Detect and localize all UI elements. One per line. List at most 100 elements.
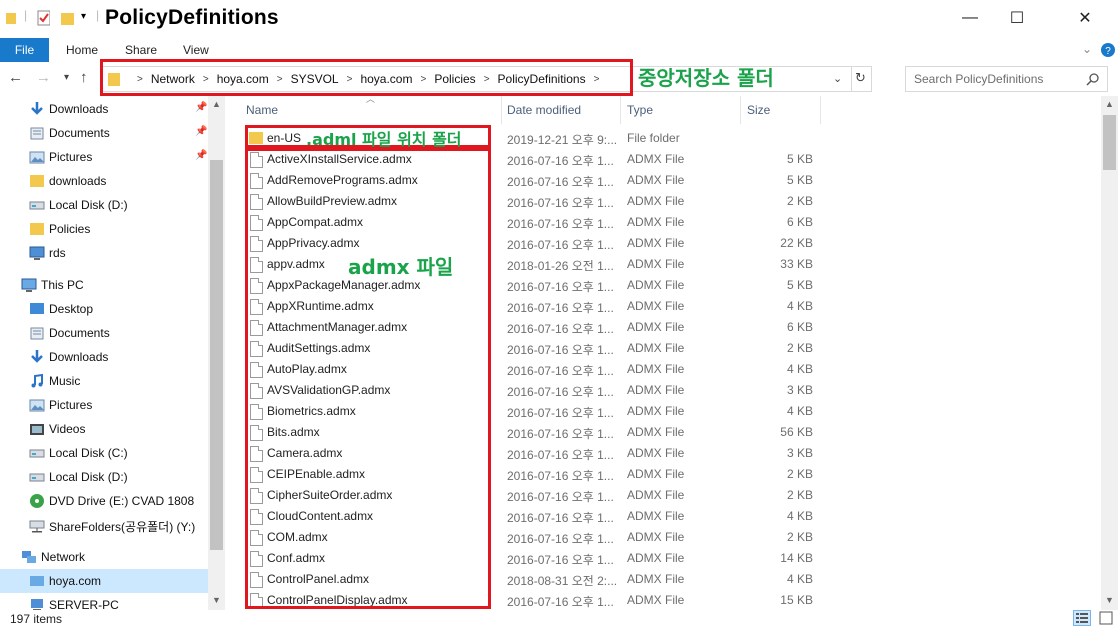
nav-thispc-item[interactable]: Local Disk (D:) (0, 465, 208, 489)
expand-ribbon-chevron-icon[interactable]: ⌄ (1082, 42, 1092, 56)
file-size: 6 KB (786, 320, 813, 334)
annotation-admx-highlight (245, 148, 491, 609)
file-type: ADMX File (627, 194, 685, 208)
nav-scrollbar-thumb[interactable] (210, 160, 223, 550)
nav-item-label: Local Disk (D:) (49, 198, 128, 212)
file-size: 5 KB (786, 152, 813, 166)
nav-quick-item[interactable]: Local Disk (D:) (0, 193, 208, 217)
nav-thispc-item[interactable]: Desktop (0, 297, 208, 321)
tab-file[interactable]: File (0, 38, 49, 62)
search-input[interactable] (914, 70, 1084, 88)
file-type: ADMX File (627, 572, 685, 586)
nav-quick-item[interactable]: Policies (0, 217, 208, 241)
column-date-modified[interactable]: Date modified (507, 103, 581, 117)
file-type: ADMX File (627, 446, 685, 460)
forward-arrow-icon[interactable]: → (36, 69, 51, 86)
pin-icon[interactable]: 📌 (195, 126, 207, 137)
column-headers: ︿ Name Date modified Type Size (238, 94, 828, 124)
column-size[interactable]: Size (747, 103, 770, 117)
scroll-down-arrow-icon[interactable]: ▼ (212, 595, 221, 605)
up-arrow-icon[interactable]: ↑ (80, 69, 88, 86)
nav-network-item[interactable]: hoya.com (0, 569, 208, 593)
nav-item-label: rds (49, 246, 66, 260)
back-arrow-icon[interactable]: ← (8, 69, 23, 86)
nav-quick-item[interactable]: Downloads 📌 (0, 97, 208, 121)
file-date-modified: 2016-07-16 오후 1... (507, 154, 614, 168)
nav-item-label: Network (41, 550, 86, 564)
nav-thispc-item[interactable]: Documents (0, 321, 208, 345)
search-icon[interactable] (1086, 72, 1100, 86)
file-type: ADMX File (627, 299, 685, 313)
file-date-modified: 2016-07-16 오후 1... (507, 301, 614, 315)
nav-thispc-item[interactable]: Pictures (0, 393, 208, 417)
pin-icon[interactable]: 📌 (195, 102, 207, 113)
nav-quick-item[interactable]: Documents 📌 (0, 121, 208, 145)
window-title: PolicyDefinitions (105, 6, 279, 29)
properties-icon[interactable] (36, 10, 50, 26)
file-type: ADMX File (627, 320, 685, 334)
tab-share[interactable]: Share (125, 43, 157, 57)
new-folder-icon[interactable] (60, 10, 74, 26)
tab-view[interactable]: View (183, 43, 209, 57)
file-size: 2 KB (786, 488, 813, 502)
file-date-modified: 2016-07-16 오후 1... (507, 595, 614, 609)
nav-quick-item[interactable]: Pictures 📌 (0, 145, 208, 169)
tab-home[interactable]: Home (66, 43, 98, 57)
details-view-icon[interactable] (1073, 610, 1091, 626)
nav-item-label: Local Disk (C:) (49, 446, 128, 460)
nav-thispc-item[interactable]: Videos (0, 417, 208, 441)
column-type[interactable]: Type (627, 103, 653, 117)
monitor-icon (29, 245, 45, 261)
refresh-icon[interactable]: ↻ (855, 70, 866, 86)
column-divider[interactable] (740, 96, 741, 124)
file-type: ADMX File (627, 509, 685, 523)
nav-item-label: Downloads (49, 350, 109, 364)
file-size: 5 KB (786, 278, 813, 292)
large-icons-view-icon[interactable] (1097, 610, 1115, 626)
nav-thispc-item[interactable]: Local Disk (C:) (0, 441, 208, 465)
nav-this-pc[interactable]: This PC (0, 273, 208, 297)
file-size: 4 KB (786, 299, 813, 313)
file-type: ADMX File (627, 173, 685, 187)
pin-icon[interactable]: 📌 (195, 150, 207, 161)
file-size: 2 KB (786, 194, 813, 208)
nav-thispc-item[interactable]: DVD Drive (E:) CVAD 1808 (0, 489, 208, 513)
nav-network[interactable]: Network (0, 545, 208, 569)
column-divider[interactable] (820, 96, 821, 124)
search-box[interactable] (905, 66, 1108, 92)
file-size: 4 KB (786, 509, 813, 523)
address-dropdown-chevron-icon[interactable]: ⌄ (833, 72, 842, 85)
column-divider[interactable] (501, 96, 502, 124)
navigation-pane: Downloads 📌 Documents 📌 Pictures 📌 downloads Lo… (0, 96, 224, 610)
documents-icon (29, 325, 45, 341)
close-button[interactable]: ✕ (1062, 0, 1108, 36)
maximize-button[interactable]: ☐ (994, 0, 1040, 36)
dvd-icon (29, 493, 45, 509)
nav-thispc-item[interactable]: Downloads (0, 345, 208, 369)
file-size: 22 KB (780, 236, 813, 250)
recent-locations-chevron-icon[interactable]: ▾ (64, 72, 69, 83)
scroll-up-arrow-icon[interactable]: ▲ (212, 99, 221, 109)
file-date-modified: 2016-07-16 오후 1... (507, 280, 614, 294)
column-divider[interactable] (620, 96, 621, 124)
network-drive-icon (29, 517, 45, 533)
file-size: 2 KB (786, 341, 813, 355)
file-date-modified: 2016-07-16 오후 1... (507, 175, 614, 189)
nav-network-item[interactable]: SERVER-PC (0, 593, 208, 610)
nav-thispc-item[interactable]: Music (0, 369, 208, 393)
scroll-up-arrow-icon[interactable]: ▲ (1105, 99, 1114, 109)
file-date-modified: 2016-07-16 오후 1... (507, 238, 614, 252)
minimize-button[interactable]: — (947, 0, 993, 36)
file-list-scrollbar[interactable] (1101, 96, 1118, 610)
quick-access-dropdown-icon[interactable]: ▾ (81, 11, 86, 22)
nav-thispc-item[interactable]: ShareFolders(공유폴더) (Y:) (0, 513, 208, 537)
nav-quick-item[interactable]: downloads (0, 169, 208, 193)
nav-quick-item[interactable]: rds (0, 241, 208, 265)
scroll-down-arrow-icon[interactable]: ▼ (1105, 595, 1114, 605)
file-list-scrollbar-thumb[interactable] (1103, 115, 1116, 170)
column-name[interactable]: Name (246, 103, 278, 117)
help-icon[interactable]: ? (1100, 42, 1116, 58)
file-type: ADMX File (627, 530, 685, 544)
file-type: ADMX File (627, 278, 685, 292)
computer-icon (29, 597, 45, 610)
